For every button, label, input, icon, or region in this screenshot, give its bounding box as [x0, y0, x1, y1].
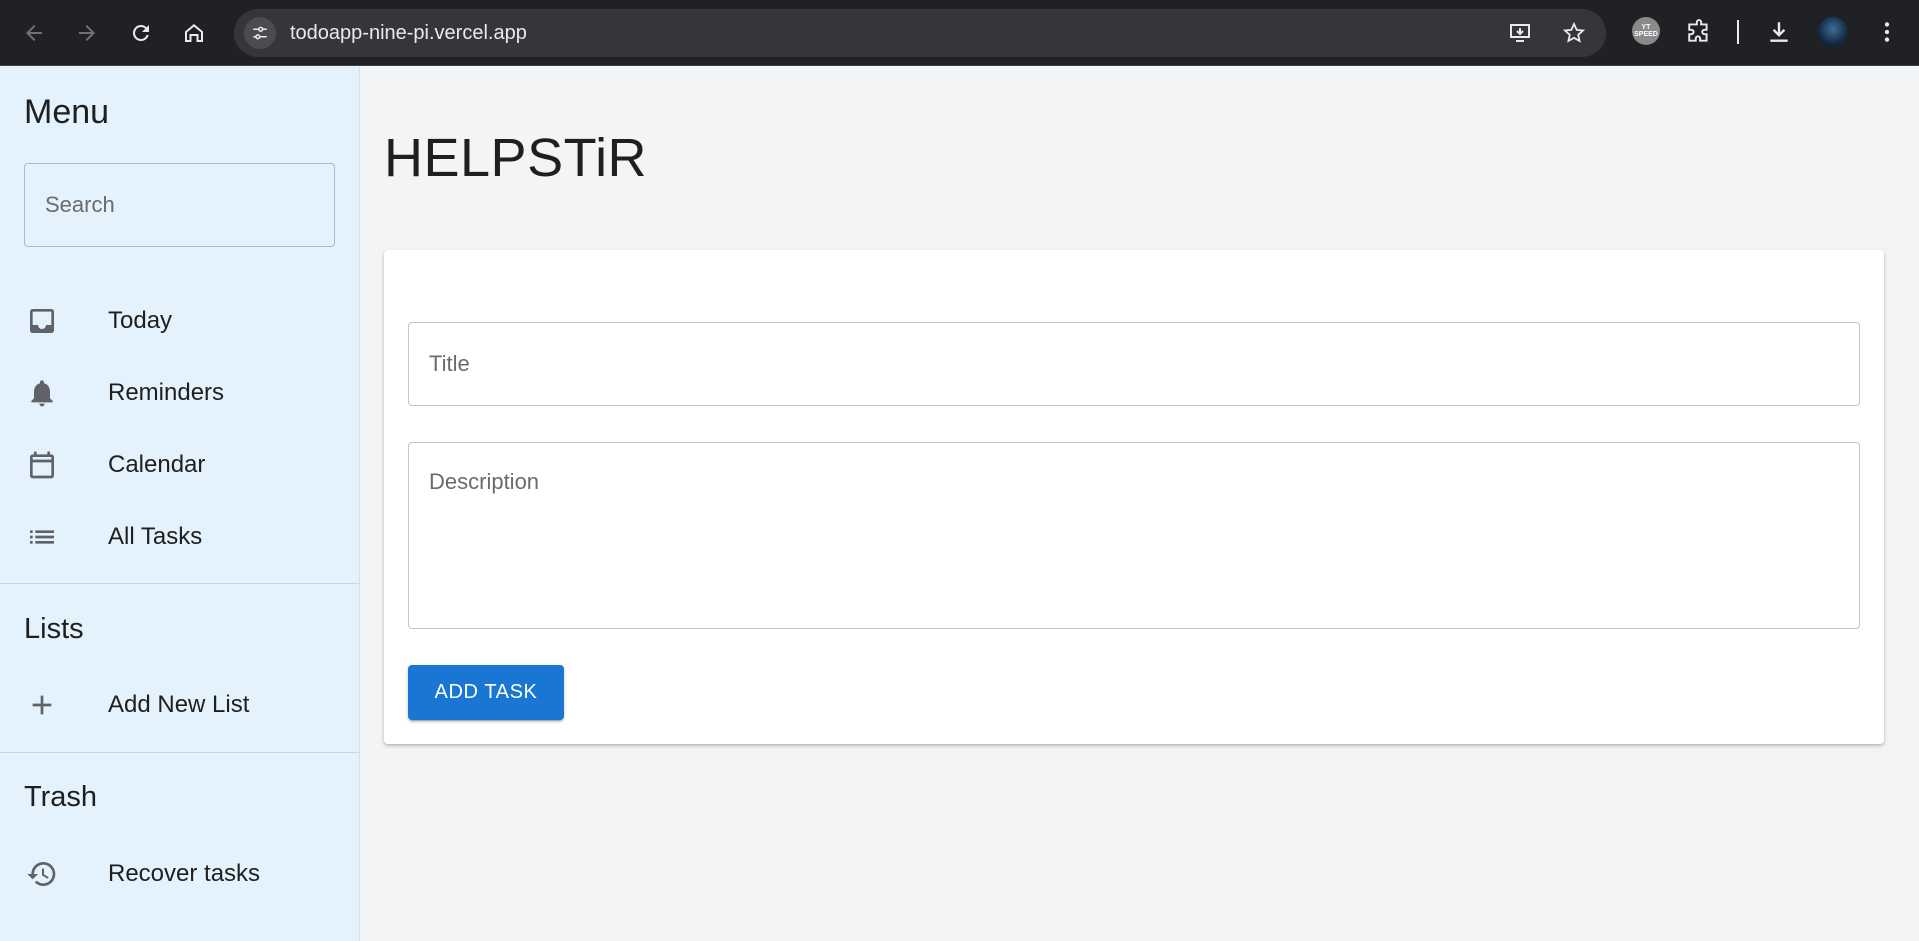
calendar-icon [26, 449, 58, 481]
address-bar[interactable]: todoapp-nine-pi.vercel.app [234, 9, 1606, 57]
trash-heading: Trash [24, 781, 98, 813]
sidebar-item-label: Reminders [108, 379, 225, 406]
more-options-icon[interactable] [1872, 17, 1902, 47]
add-task-button[interactable]: ADD TASK [408, 665, 564, 720]
home-icon [185, 24, 203, 42]
sidebar-item-today[interactable]: Today [0, 285, 359, 357]
page-title: HELPSTiR [384, 128, 648, 188]
recover-tasks-label: Recover tasks [108, 860, 261, 887]
site-info-button[interactable] [244, 17, 276, 49]
sidebar-item-reminders[interactable]: Reminders [0, 357, 359, 429]
sidebar-divider [0, 752, 359, 753]
sidebar-item-label: All Tasks [108, 523, 203, 550]
sidebar-item-label: Today [108, 307, 173, 334]
sidebar-item-calendar[interactable]: Calendar [0, 429, 359, 501]
profile-avatar[interactable] [1818, 17, 1848, 47]
history-icon [26, 858, 58, 890]
browser-toolbar: todoapp-nine-pi.vercel.app YT SPEED [0, 0, 1919, 66]
reload-icon [132, 24, 149, 41]
recover-tasks-button[interactable]: Recover tasks [0, 838, 359, 910]
list-icon [26, 521, 58, 553]
title-input[interactable] [408, 322, 1860, 406]
add-new-list-button[interactable]: Add New List [0, 669, 359, 741]
plus-icon [26, 689, 58, 721]
reload-button[interactable] [121, 13, 161, 53]
menu-heading: Menu [24, 93, 110, 131]
add-task-card: ADD TASK [384, 250, 1884, 744]
arrow-right-icon [79, 25, 95, 41]
extensions-puzzle-icon[interactable] [1684, 17, 1714, 47]
bookmark-star-icon[interactable] [1562, 21, 1586, 45]
add-new-list-label: Add New List [108, 691, 250, 718]
inbox-icon [26, 305, 58, 337]
search-input[interactable] [24, 163, 335, 247]
bell-icon [26, 377, 58, 409]
toolbar-separator [1737, 20, 1739, 44]
sidebar: Menu Today Reminders Calendar All Tasks … [0, 67, 360, 941]
home-button[interactable] [174, 13, 214, 53]
install-app-icon[interactable] [1508, 21, 1532, 45]
url-text[interactable]: todoapp-nine-pi.vercel.app [290, 22, 527, 45]
downloads-icon[interactable] [1764, 17, 1794, 47]
sidebar-item-all-tasks[interactable]: All Tasks [0, 501, 359, 573]
arrow-left-icon [26, 25, 42, 41]
sidebar-divider [0, 583, 359, 584]
extension-yt-speed-icon[interactable]: YT SPEED [1632, 17, 1660, 45]
forward-button[interactable] [67, 13, 107, 53]
sidebar-item-label: Calendar [108, 451, 206, 478]
lists-heading: Lists [24, 613, 84, 645]
back-button[interactable] [14, 13, 54, 53]
tune-icon [253, 26, 267, 40]
description-input[interactable] [408, 442, 1860, 629]
